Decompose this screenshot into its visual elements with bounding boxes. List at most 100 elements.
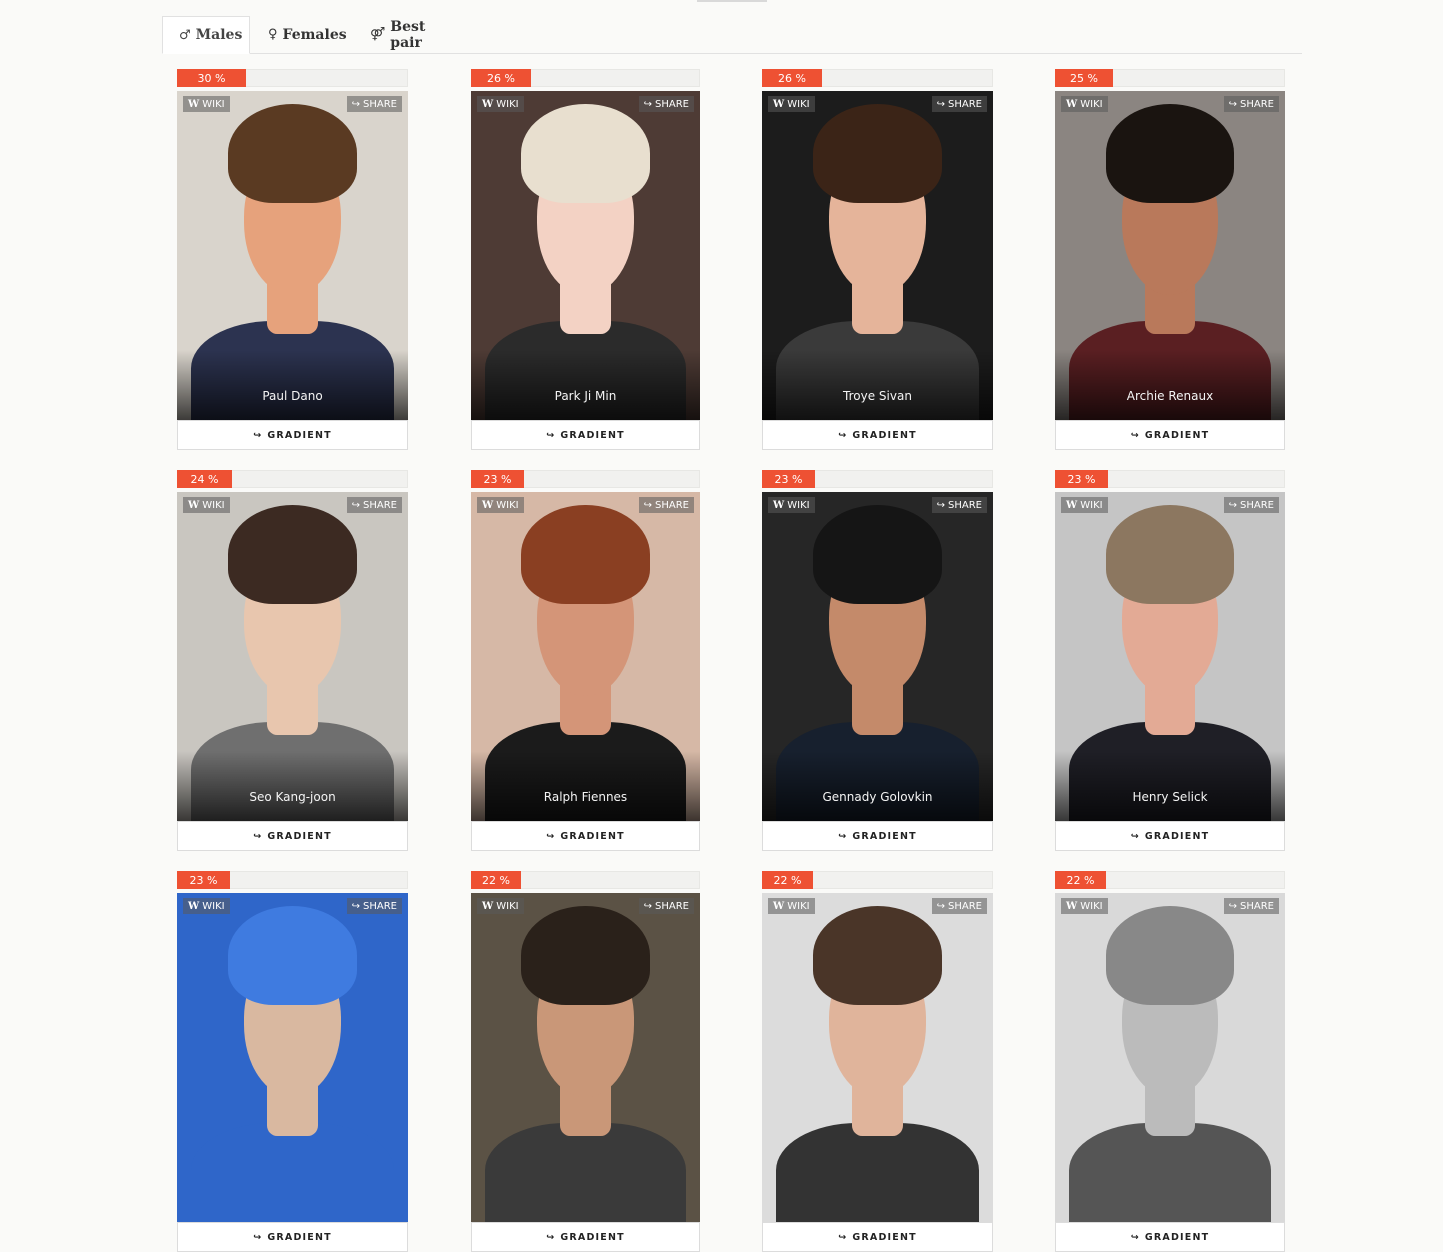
share-label: SHARE bbox=[1240, 98, 1274, 110]
tab-best-pair[interactable]: ⚤ Best pair bbox=[354, 16, 464, 53]
celebrity-photo[interactable]: W WIKI ↪ SHARE Park Ji Min bbox=[471, 91, 700, 420]
share-icon: ↪ bbox=[643, 499, 653, 511]
photo-hair bbox=[521, 906, 650, 1005]
tab-males[interactable]: ♂ Males bbox=[162, 16, 250, 54]
celebrity-photo[interactable]: W WIKI ↪ SHARE bbox=[177, 893, 408, 1222]
gradient-label: GRADIENT bbox=[267, 429, 332, 441]
share-button[interactable]: ↪ SHARE bbox=[346, 96, 402, 112]
photo-torso bbox=[190, 1123, 395, 1222]
match-percent-bar: 22 % bbox=[762, 871, 993, 889]
share-button[interactable]: ↪ SHARE bbox=[638, 497, 694, 513]
gradient-button[interactable]: ↪ GRADIENT bbox=[1055, 1222, 1285, 1252]
celebrity-photo[interactable]: W WIKI ↪ SHARE Ralph Fiennes bbox=[471, 492, 700, 821]
photo-torso bbox=[775, 1123, 980, 1222]
share-button[interactable]: ↪ SHARE bbox=[1223, 96, 1279, 112]
wiki-button[interactable]: W WIKI bbox=[768, 497, 815, 513]
photo-gradient-overlay bbox=[177, 350, 408, 420]
gradient-button[interactable]: ↪ GRADIENT bbox=[177, 821, 408, 851]
match-percent: 23 % bbox=[189, 873, 218, 887]
gradient-label: GRADIENT bbox=[267, 830, 332, 842]
share-icon: ↪ bbox=[546, 830, 556, 842]
celebrity-photo[interactable]: W WIKI ↪ SHARE bbox=[471, 893, 700, 1222]
share-label: SHARE bbox=[948, 98, 982, 110]
share-label: SHARE bbox=[1240, 900, 1274, 912]
gradient-button[interactable]: ↪ GRADIENT bbox=[1055, 821, 1285, 851]
share-icon: ↪ bbox=[253, 1231, 263, 1243]
share-button[interactable]: ↪ SHARE bbox=[638, 96, 694, 112]
gradient-button[interactable]: ↪ GRADIENT bbox=[1055, 420, 1285, 450]
celebrity-name: Troye Sivan bbox=[843, 389, 912, 403]
photo-hair bbox=[521, 104, 650, 203]
wiki-button[interactable]: W WIKI bbox=[183, 898, 230, 914]
celebrity-photo[interactable]: W WIKI ↪ SHARE Paul Dano bbox=[177, 91, 408, 420]
wiki-button[interactable]: W WIKI bbox=[1061, 898, 1108, 914]
share-button[interactable]: ↪ SHARE bbox=[931, 898, 987, 914]
gradient-button[interactable]: ↪ GRADIENT bbox=[177, 1222, 408, 1252]
share-icon: ↪ bbox=[351, 98, 361, 110]
celebrity-card: 23 % W WIKI ↪ SHARE Henry Selick ↪ GRADI… bbox=[1055, 470, 1285, 851]
share-button[interactable]: ↪ SHARE bbox=[1223, 898, 1279, 914]
celebrity-name: Park Ji Min bbox=[554, 389, 617, 403]
gradient-button[interactable]: ↪ GRADIENT bbox=[762, 420, 993, 450]
match-percent-fill: 22 % bbox=[471, 871, 521, 889]
wiki-label: WIKI bbox=[787, 98, 810, 110]
match-percent-bar: 23 % bbox=[471, 470, 700, 488]
gradient-label: GRADIENT bbox=[560, 830, 625, 842]
wiki-button[interactable]: W WIKI bbox=[768, 898, 815, 914]
share-icon: ↪ bbox=[253, 429, 263, 441]
celebrity-card: 26 % W WIKI ↪ SHARE Park Ji Min ↪ GRADIE… bbox=[471, 69, 700, 450]
wiki-button[interactable]: W WIKI bbox=[183, 497, 230, 513]
celebrity-photo[interactable]: W WIKI ↪ SHARE Seo Kang-joon bbox=[177, 492, 408, 821]
wikipedia-icon: W bbox=[482, 499, 494, 511]
match-percent-fill: 22 % bbox=[762, 871, 813, 889]
gradient-button[interactable]: ↪ GRADIENT bbox=[762, 821, 993, 851]
tab-label: Best pair bbox=[390, 18, 426, 51]
gradient-label: GRADIENT bbox=[267, 1231, 332, 1243]
wiki-label: WIKI bbox=[496, 98, 519, 110]
photo-gradient-overlay bbox=[471, 751, 700, 821]
wiki-button[interactable]: W WIKI bbox=[477, 96, 524, 112]
share-button[interactable]: ↪ SHARE bbox=[638, 898, 694, 914]
wiki-button[interactable]: W WIKI bbox=[477, 497, 524, 513]
share-icon: ↪ bbox=[838, 1231, 848, 1243]
celebrity-photo[interactable]: W WIKI ↪ SHARE Archie Renaux bbox=[1055, 91, 1285, 420]
gradient-button[interactable]: ↪ GRADIENT bbox=[762, 1222, 993, 1252]
celebrity-photo[interactable]: W WIKI ↪ SHARE Gennady Golovkin bbox=[762, 492, 993, 821]
gradient-button[interactable]: ↪ GRADIENT bbox=[177, 420, 408, 450]
wiki-button[interactable]: W WIKI bbox=[1061, 96, 1108, 112]
match-percent-bar: 22 % bbox=[471, 871, 700, 889]
match-percent: 23 % bbox=[483, 472, 512, 486]
top-divider bbox=[697, 0, 767, 2]
match-percent: 26 % bbox=[487, 71, 515, 85]
match-percent-fill: 25 % bbox=[1055, 69, 1113, 87]
gradient-label: GRADIENT bbox=[852, 1231, 917, 1243]
wikipedia-icon: W bbox=[482, 98, 494, 110]
match-percent-bar: 26 % bbox=[471, 69, 700, 87]
share-button[interactable]: ↪ SHARE bbox=[1223, 497, 1279, 513]
photo-gradient-overlay bbox=[177, 751, 408, 821]
celebrity-photo[interactable]: W WIKI ↪ SHARE Troye Sivan bbox=[762, 91, 993, 420]
share-button[interactable]: ↪ SHARE bbox=[931, 497, 987, 513]
wiki-button[interactable]: W WIKI bbox=[477, 898, 524, 914]
gradient-button[interactable]: ↪ GRADIENT bbox=[471, 821, 700, 851]
gradient-button[interactable]: ↪ GRADIENT bbox=[471, 1222, 700, 1252]
wiki-button[interactable]: W WIKI bbox=[1061, 497, 1108, 513]
wiki-button[interactable]: W WIKI bbox=[768, 96, 815, 112]
tab-females[interactable]: ♀ Females bbox=[252, 16, 348, 53]
match-percent-fill: 22 % bbox=[1055, 871, 1106, 889]
match-percent: 30 % bbox=[197, 71, 226, 85]
share-button[interactable]: ↪ SHARE bbox=[346, 497, 402, 513]
match-percent-bar: 23 % bbox=[1055, 470, 1285, 488]
wiki-button[interactable]: W WIKI bbox=[183, 96, 230, 112]
photo-gradient-overlay bbox=[1055, 350, 1285, 420]
wikipedia-icon: W bbox=[773, 900, 785, 912]
share-button[interactable]: ↪ SHARE bbox=[346, 898, 402, 914]
match-percent-fill: 23 % bbox=[762, 470, 815, 488]
share-icon: ↪ bbox=[936, 900, 946, 912]
celebrity-photo[interactable]: W WIKI ↪ SHARE bbox=[762, 893, 993, 1222]
celebrity-photo[interactable]: W WIKI ↪ SHARE Henry Selick bbox=[1055, 492, 1285, 821]
celebrity-card: 22 % W WIKI ↪ SHARE ↪ GRADIENT bbox=[1055, 871, 1285, 1252]
celebrity-photo[interactable]: W WIKI ↪ SHARE bbox=[1055, 893, 1285, 1222]
share-button[interactable]: ↪ SHARE bbox=[931, 96, 987, 112]
gradient-button[interactable]: ↪ GRADIENT bbox=[471, 420, 700, 450]
